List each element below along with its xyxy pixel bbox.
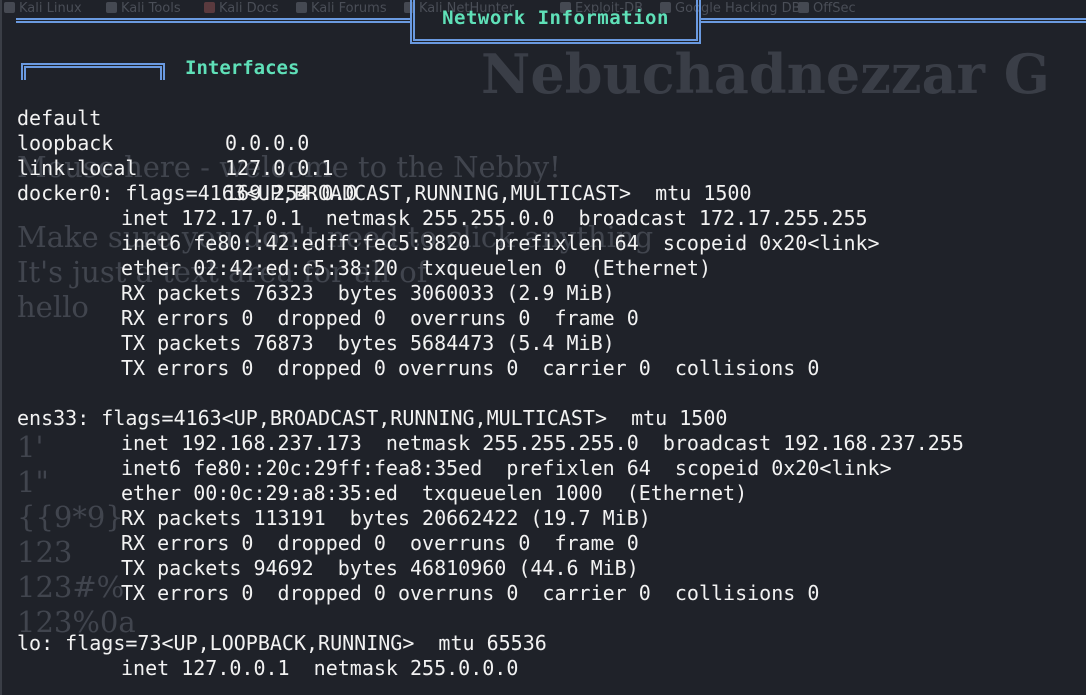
ifconfig-line: RX packets 76323 bytes 3060033 (2.9 MiB) [121,281,615,305]
bookmark-offsec: OffSec [798,1,856,16]
forums-icon [296,2,307,13]
route-row: default 0.0.0.0 [17,81,417,155]
ifconfig-line: RX errors 0 dropped 0 overruns 0 frame 0 [121,531,639,555]
ifconfig-line: inet 127.0.0.1 netmask 255.0.0.0 [121,656,519,680]
docs-icon [204,2,215,13]
ifconfig-line: RX packets 113191 bytes 20662422 (19.7 M… [121,506,651,530]
window-title: Network Information [442,7,669,29]
ifconfig-line: inet 192.168.237.173 netmask 255.255.255… [121,431,964,455]
ifconfig-line: inet6 fe80::20c:29ff:fea8:35ed prefixlen… [121,456,892,480]
background-heading: Nebuchadnezzar G [481,42,1050,106]
ifconfig-line: inet6 fe80::42:edff:fec5:3820 prefixlen … [121,231,880,255]
interface-header-docker0: docker0: flags=4163<UP,BROADCAST,RUNNING… [17,181,752,205]
ifconfig-line: inet 172.17.0.1 netmask 255.255.0.0 broa… [121,206,868,230]
ifconfig-line: TX packets 76873 bytes 5684473 (5.4 MiB) [121,331,615,355]
route-name: link-local [17,156,138,180]
title-rule-left [16,18,412,23]
ifconfig-line: TX packets 94692 bytes 46810960 (44.6 Mi… [121,556,639,580]
terminal-left-border [0,0,2,695]
bookmark-kali-forums: Kali Forums [296,1,387,16]
ifconfig-line: ether 00:0c:29:a8:35:ed txqueuelen 1000 … [121,481,748,505]
route-address: 127.0.0.1 [225,156,334,180]
bookmark-kali-docs: Kali Docs [204,1,279,16]
interface-header-ens33: ens33: flags=4163<UP,BROADCAST,RUNNING,M… [17,406,728,430]
title-rule-right [700,18,1086,23]
route-row: link-local 169.254.0.0 [17,131,417,205]
interfaces-section-rule [21,63,165,80]
interfaces-section-title: Interfaces [185,57,300,79]
kali-icon [4,2,15,13]
interface-header-lo: lo: flags=73<UP,LOOPBACK,RUNNING> mtu 65… [17,631,547,655]
ifconfig-line: ether 02:42:ed:c5:38:20 txqueuelen 0 (Et… [121,256,712,280]
title-box: Network Information [410,0,701,44]
bookmark-kali-linux: Kali Linux [4,1,82,16]
terminal-window[interactable]: Kali Linux Kali Tools Kali Docs Kali For… [0,0,1086,695]
ifconfig-line: TX errors 0 dropped 0 overruns 0 carrier… [121,356,820,380]
bookmark-kali-tools: Kali Tools [106,1,181,16]
offsec-icon [798,2,809,13]
ifconfig-line: RX errors 0 dropped 0 overruns 0 frame 0 [121,306,639,330]
route-row: loopback 127.0.0.1 [17,106,417,180]
ifconfig-line: TX errors 0 dropped 0 overruns 0 carrier… [121,581,820,605]
kali-icon [106,2,117,13]
